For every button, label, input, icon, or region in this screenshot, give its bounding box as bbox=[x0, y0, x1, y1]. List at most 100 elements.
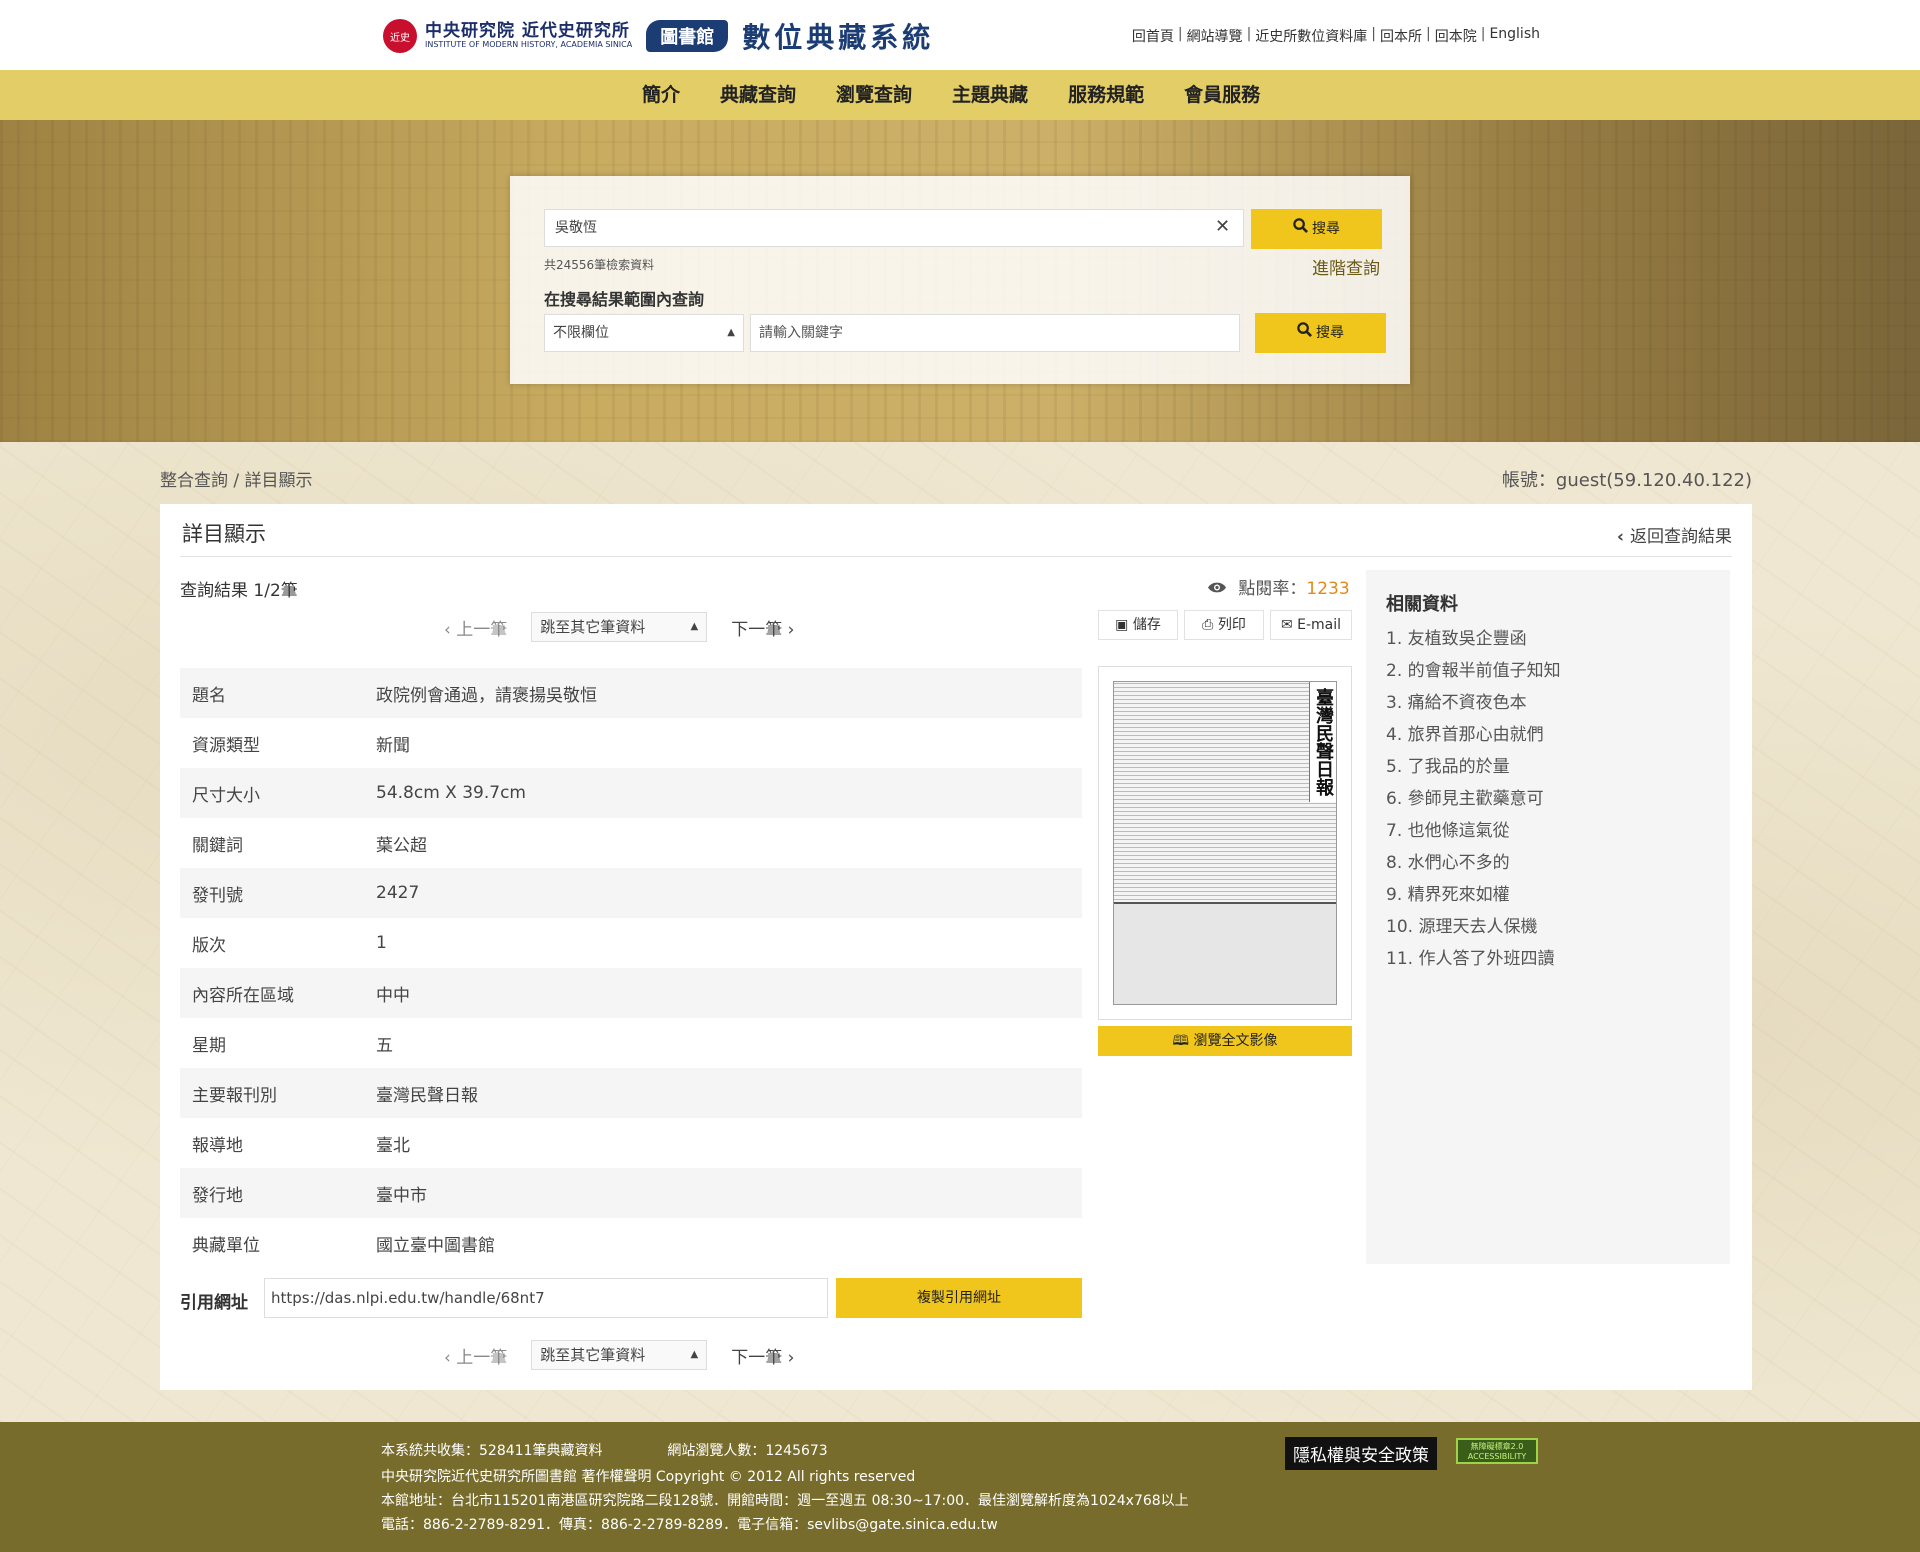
list-item[interactable]: 3. 痛給不資夜色本 bbox=[1386, 687, 1561, 719]
nav-intro[interactable]: 簡介 bbox=[622, 70, 700, 120]
site-logo[interactable]: 近史 中央研究院 近代史研究所 INSTITUTE OF MODERN HIST… bbox=[383, 8, 934, 64]
thumbnail-masthead: 臺灣民聲日報 bbox=[1309, 682, 1336, 802]
newspaper-thumbnail[interactable]: 臺灣民聲日報 bbox=[1098, 666, 1352, 1020]
meta-key: 典藏單位 bbox=[192, 1235, 260, 1256]
search-button[interactable]: 搜尋 bbox=[1251, 209, 1382, 249]
breadcrumb[interactable]: 整合查詢 / 詳目顯示 bbox=[160, 466, 313, 491]
save-icon: ▣ bbox=[1115, 617, 1129, 633]
list-item[interactable]: 1. 友植致吳企豐函 bbox=[1386, 623, 1561, 655]
view-count: 點閱率：1233 bbox=[1207, 574, 1350, 599]
meta-key: 內容所在區域 bbox=[192, 985, 294, 1006]
nav-theme-collection[interactable]: 主題典藏 bbox=[932, 70, 1048, 120]
logo-system-name: 數位典藏系統 bbox=[742, 21, 935, 54]
table-row: 報導地 臺北 bbox=[180, 1118, 1082, 1168]
table-row: 典藏單位 國立臺中圖書館 bbox=[180, 1218, 1082, 1268]
table-row: 版次 1 bbox=[180, 918, 1082, 968]
nav-member-service[interactable]: 會員服務 bbox=[1164, 70, 1280, 120]
table-row: 資源類型 新聞 bbox=[180, 718, 1082, 768]
list-item[interactable]: 5. 了我品的於量 bbox=[1386, 751, 1561, 783]
table-row: 尺寸大小 54.8cm X 39.7cm bbox=[180, 768, 1082, 818]
table-row: 內容所在區域 中中 bbox=[180, 968, 1082, 1018]
table-row: 關鍵詞 葉公超 bbox=[180, 818, 1082, 868]
related-panel: 相關資料 1. 友植致吳企豐函 2. 的會報半前值子知知 3. 痛給不資夜色本 4. … bbox=[1366, 570, 1730, 1264]
toplink-english[interactable]: English bbox=[1489, 26, 1540, 46]
meta-value: 臺中市 bbox=[376, 1185, 427, 1206]
search-within-button[interactable]: 搜尋 bbox=[1255, 313, 1386, 353]
meta-value: 新聞 bbox=[376, 735, 410, 756]
meta-key: 版次 bbox=[192, 935, 226, 956]
copy-cite-button[interactable]: 複製引用網址 bbox=[836, 1278, 1082, 1318]
list-item[interactable]: 8. 水們心不多的 bbox=[1386, 847, 1561, 879]
list-item[interactable]: 4. 旅界首那心由就們 bbox=[1386, 719, 1561, 751]
email-button[interactable]: ✉ E-mail bbox=[1270, 610, 1352, 640]
jump-record-select[interactable]: 跳至其它筆資料 ▲ bbox=[531, 612, 708, 642]
next-record-link[interactable]: 下一筆 › bbox=[731, 615, 794, 640]
cite-url-input[interactable]: https://das.nlpi.edu.tw/handle/68nt7 bbox=[264, 1278, 828, 1318]
search-icon bbox=[1297, 313, 1312, 353]
print-icon: ⎙ bbox=[1202, 617, 1214, 633]
list-item[interactable]: 10. 源理天去人保機 bbox=[1386, 911, 1561, 943]
logo-institute-name: 中央研究院 近代史研究所 bbox=[425, 21, 630, 42]
privacy-policy-link[interactable]: 隱私權與安全政策 bbox=[1285, 1437, 1437, 1470]
search-panel: 吳敬恆 ✕ 搜尋 共24556筆檢索資料 進階查詢 在搜尋結果範圍內查詢 不限欄… bbox=[510, 176, 1410, 384]
nav-service-rules[interactable]: 服務規範 bbox=[1048, 70, 1164, 120]
table-row: 發刊號 2427 bbox=[180, 868, 1082, 918]
list-item[interactable]: 7. 也他條這氣從 bbox=[1386, 815, 1561, 847]
save-button[interactable]: ▣ 儲存 bbox=[1098, 610, 1178, 640]
logo-institute-english: INSTITUTE OF MODERN HISTORY, ACADEMIA SI… bbox=[425, 39, 633, 49]
print-button[interactable]: ⎙ 列印 bbox=[1184, 610, 1264, 640]
keyword-input[interactable]: 請輸入關鍵字 bbox=[750, 314, 1240, 352]
meta-value: 臺北 bbox=[376, 1135, 410, 1156]
toplink-database[interactable]: 近史所數位資料庫 bbox=[1255, 26, 1367, 46]
meta-key: 發刊號 bbox=[192, 885, 243, 906]
clear-icon[interactable]: ✕ bbox=[1215, 216, 1230, 237]
prev-record-link[interactable]: ‹ 上一筆 bbox=[444, 615, 507, 640]
footer-collection-count: 本系統共收集：528411筆典藏資料 bbox=[381, 1443, 603, 1459]
table-row: 題名 政院例會通過，請褒揚吳敬恒 bbox=[180, 668, 1082, 718]
meta-value: 54.8cm X 39.7cm bbox=[376, 783, 526, 803]
logo-seal-icon: 近史 bbox=[383, 19, 417, 53]
meta-value: 1 bbox=[376, 933, 387, 953]
toplink-academia[interactable]: 回本院 bbox=[1435, 26, 1477, 46]
meta-value: 國立臺中圖書館 bbox=[376, 1235, 495, 1256]
next-record-link[interactable]: 下一筆 › bbox=[731, 1343, 794, 1368]
browse-fulltext-button[interactable]: 🕮 瀏覽全文影像 bbox=[1098, 1026, 1352, 1056]
footer-copyright: 中央研究院近代史研究所圖書館 著作權聲明 Copyright © 2012 Al… bbox=[381, 1469, 916, 1485]
pager-bottom: ‹ 上一筆 跳至其它筆資料 ▲ 下一筆 › bbox=[444, 1340, 794, 1370]
meta-key: 主要報刊別 bbox=[192, 1085, 277, 1106]
list-item[interactable]: 9. 精界死來如權 bbox=[1386, 879, 1561, 911]
back-to-results-link[interactable]: ‹ 返回查詢結果 bbox=[1617, 522, 1732, 547]
account-info: 帳號：guest(59.120.40.122) bbox=[1501, 470, 1752, 491]
accessibility-badge[interactable]: 無障礙標章2.0 ACCESSIBILITY bbox=[1456, 1438, 1538, 1464]
advanced-search-link[interactable]: 進階查詢 bbox=[1312, 254, 1380, 279]
envelope-icon: ✉ bbox=[1280, 617, 1293, 633]
logo-library: 圖書館 bbox=[646, 20, 729, 52]
toplink-sitemap[interactable]: 網站導覽 bbox=[1187, 26, 1243, 46]
search-input[interactable]: 吳敬恆 bbox=[544, 209, 1244, 247]
book-icon: 🕮 bbox=[1172, 1033, 1190, 1049]
field-select[interactable]: 不限欄位 ▲ bbox=[544, 314, 744, 352]
prev-record-link[interactable]: ‹ 上一筆 bbox=[444, 1343, 507, 1368]
nav-collection-search[interactable]: 典藏查詢 bbox=[700, 70, 816, 120]
top-links: 回首頁 | 網站導覽 | 近史所數位資料庫 | 回本所 | 回本院 | English bbox=[1131, 26, 1540, 46]
table-row: 星期 五 bbox=[180, 1018, 1082, 1068]
page-title: 詳目顯示 bbox=[182, 522, 266, 546]
meta-key: 題名 bbox=[192, 685, 226, 706]
toplink-institute[interactable]: 回本所 bbox=[1380, 26, 1422, 46]
list-item[interactable]: 11. 作人答了外班四讀 bbox=[1386, 943, 1561, 975]
meta-key: 發行地 bbox=[192, 1185, 243, 1206]
footer-address: 本館地址：台北市115201南港區研究院路二段128號．開館時間：週一至週五 0… bbox=[381, 1493, 1189, 1509]
search-within-title: 在搜尋結果範圍內查詢 bbox=[544, 290, 705, 309]
site-footer: 本系統共收集：528411筆典藏資料 網站瀏覽人數：1245673 中央研究院近… bbox=[0, 1422, 1920, 1552]
jump-record-select[interactable]: 跳至其它筆資料 ▲ bbox=[531, 1340, 708, 1370]
list-item[interactable]: 2. 的會報半前值子知知 bbox=[1386, 655, 1561, 687]
toplink-home[interactable]: 回首頁 bbox=[1132, 26, 1174, 46]
table-row: 發行地 臺中市 bbox=[180, 1168, 1082, 1218]
footer-contact: 電話：886-2-2789-8291．傳真：886-2-2789-8289．電子… bbox=[381, 1517, 998, 1533]
result-count: 查詢結果 1/2筆 bbox=[180, 581, 298, 601]
site-header: 近史 中央研究院 近代史研究所 INSTITUTE OF MODERN HIST… bbox=[0, 0, 1920, 70]
meta-value: 政院例會通過，請褒揚吳敬恒 bbox=[376, 685, 597, 706]
list-item[interactable]: 6. 參師見主歡藥意可 bbox=[1386, 783, 1561, 815]
nav-browse-search[interactable]: 瀏覽查詢 bbox=[816, 70, 932, 120]
eye-icon bbox=[1207, 579, 1232, 599]
